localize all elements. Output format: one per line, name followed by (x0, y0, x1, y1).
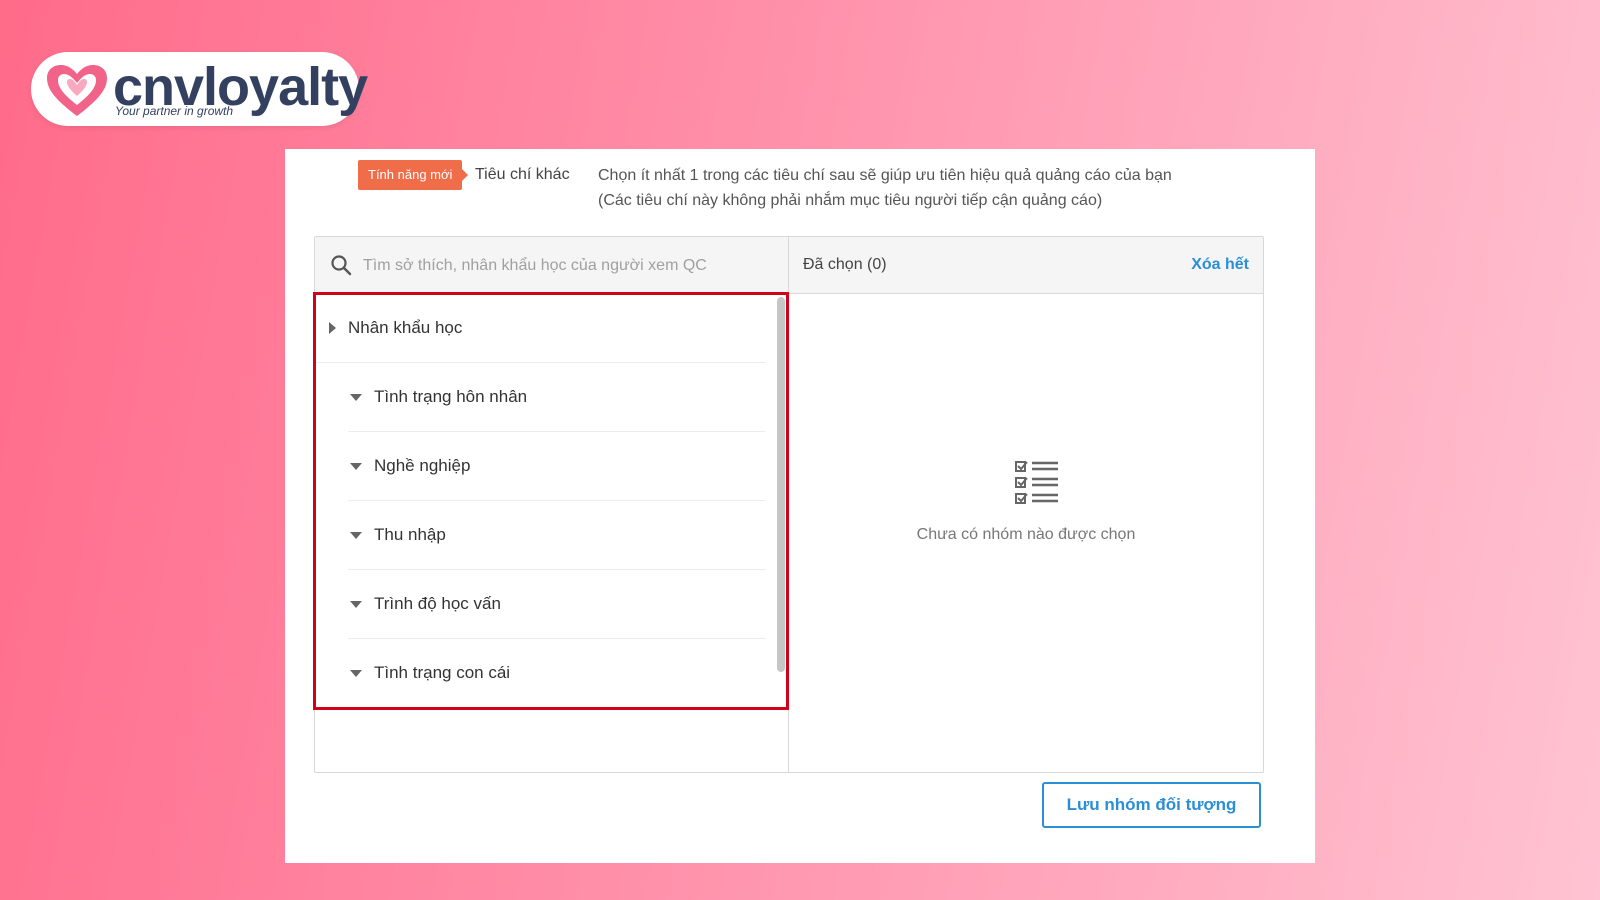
checklist-icon (1015, 461, 1058, 504)
caret-down-icon (350, 463, 362, 470)
tab-other-criteria[interactable]: Tiêu chí khác (475, 164, 570, 186)
subcategory-label: Nghề nghiệp (374, 456, 471, 475)
selected-header: Đã chọn (0) Xóa hết (789, 237, 1263, 294)
subcategory-label: Tình trạng hôn nhân (374, 387, 528, 406)
heart-logo-icon (47, 65, 107, 116)
save-audience-button[interactable]: Lưu nhóm đối tượng (1042, 782, 1261, 828)
clear-all-link[interactable]: Xóa hết (1191, 254, 1249, 276)
subcategory-education[interactable]: Trình độ học vấn (348, 570, 765, 639)
subcategory-label: Thu nhập (374, 525, 446, 544)
criteria-panel: Đã chọn (0) Xóa hết Nhân khẩu học Tình t… (313, 236, 1264, 773)
criteria-hint: Chọn ít nhất 1 trong các tiêu chí sau sẽ… (598, 163, 1278, 213)
search-bar (315, 237, 789, 294)
subcategory-marital-status[interactable]: Tình trạng hôn nhân (348, 363, 765, 432)
new-feature-badge: Tính năng mới (358, 160, 469, 190)
search-input[interactable] (361, 249, 765, 283)
category-demographics[interactable]: Nhân khẩu học (315, 294, 765, 363)
category-label: Nhân khẩu học (348, 318, 463, 337)
subcategory-income[interactable]: Thu nhập (348, 501, 765, 570)
subcategory-label: Trình độ học vấn (374, 594, 501, 613)
logo: cnvloyalty Your partner in growth (31, 52, 368, 126)
hint-line-1: Chọn ít nhất 1 trong các tiêu chí sau sẽ… (598, 167, 1172, 184)
hint-line-2: (Các tiêu chí này không phải nhắm mục ti… (598, 192, 1103, 209)
list-scrollbar[interactable] (777, 297, 785, 672)
caret-down-icon (350, 394, 362, 401)
caret-down-icon (350, 601, 362, 608)
caret-down-icon (350, 670, 362, 677)
caret-right-icon (329, 322, 336, 334)
logo-tagline: Your partner in growth (115, 104, 234, 118)
subcategory-parental-status[interactable]: Tình trạng con cái (348, 639, 765, 704)
subcategory-label: Tình trạng con cái (374, 663, 511, 682)
category-list[interactable]: Nhân khẩu học Tình trạng hôn nhân Nghề n… (315, 294, 788, 704)
empty-state-text: Chưa có nhóm nào được chọn (916, 526, 1136, 543)
caret-down-icon (350, 532, 362, 539)
search-icon (331, 255, 352, 276)
selected-count: Đã chọn (0) (803, 256, 887, 273)
subcategory-occupation[interactable]: Nghề nghiệp (348, 432, 765, 501)
audience-criteria-card: Tính năng mới Tiêu chí khác Chọn ít nhất… (285, 149, 1315, 863)
